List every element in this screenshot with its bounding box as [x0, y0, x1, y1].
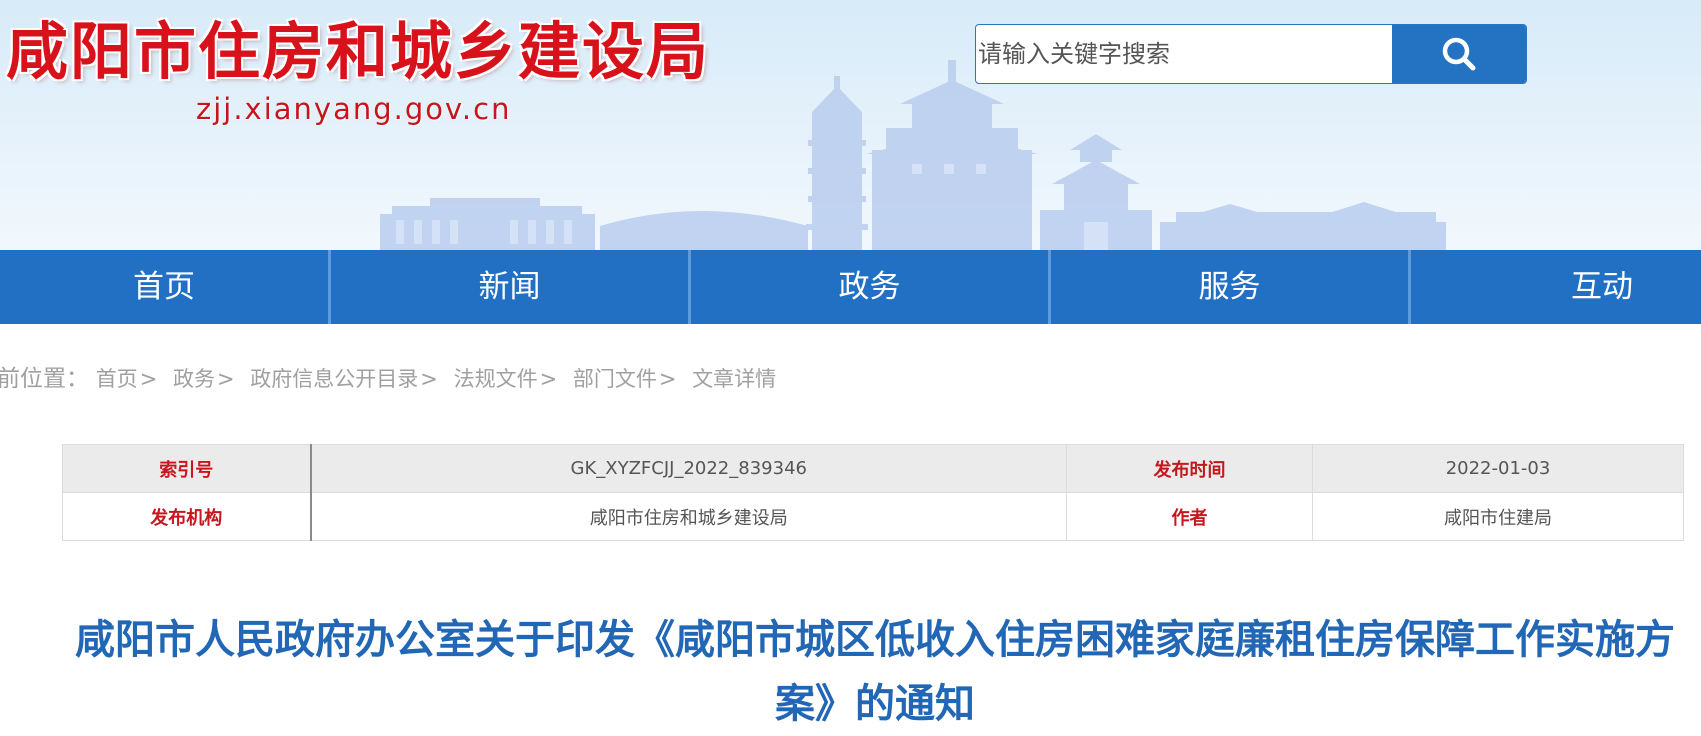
publisher-label: 发布机构 — [62, 492, 312, 541]
breadcrumb-item-info-directory[interactable]: 政府信息公开目录 — [250, 367, 418, 391]
table-row: 索引号 GK_XYZFCJJ_2022_839346 发布时间 2022-01-… — [62, 444, 1684, 493]
site-title: 咸阳市住房和城乡建设局 — [6, 15, 711, 88]
breadcrumb-separator: > — [139, 367, 158, 391]
breadcrumb-separator: > — [216, 367, 235, 391]
author-label: 作者 — [1066, 492, 1313, 541]
search-icon — [1442, 37, 1476, 71]
breadcrumb-prefix: 前位置： — [0, 366, 89, 392]
nav-item-government-affairs[interactable]: 政务 — [691, 250, 1051, 324]
breadcrumb-separator: > — [658, 367, 677, 391]
search-button[interactable] — [1392, 25, 1526, 83]
breadcrumb: 前位置： 首页> 政务> 政府信息公开目录> 法规文件> 部门文件> 文章详情 — [0, 364, 776, 394]
publish-date-value: 2022-01-03 — [1312, 444, 1684, 493]
table-row: 发布机构 咸阳市住房和城乡建设局 作者 咸阳市住建局 — [62, 492, 1684, 541]
publisher-value: 咸阳市住房和城乡建设局 — [310, 492, 1067, 541]
header-banner: 咸阳市住房和城乡建设局 zjj.xianyang.gov.cn — [0, 0, 1701, 250]
breadcrumb-item-department-docs[interactable]: 部门文件 — [573, 367, 657, 391]
index-number-value: GK_XYZFCJJ_2022_839346 — [310, 444, 1067, 493]
breadcrumb-separator: > — [539, 367, 558, 391]
nav-item-interaction[interactable]: 互动 — [1411, 250, 1701, 324]
search-input[interactable] — [976, 25, 1395, 83]
breadcrumb-item-government-affairs[interactable]: 政务 — [173, 367, 215, 391]
breadcrumb-separator: > — [420, 367, 438, 391]
nav-item-news[interactable]: 新闻 — [331, 250, 691, 324]
nav-item-home[interactable]: 首页 — [0, 250, 331, 324]
nav-item-services[interactable]: 服务 — [1051, 250, 1411, 324]
document-info-table: 索引号 GK_XYZFCJJ_2022_839346 发布时间 2022-01-… — [62, 444, 1684, 541]
author-value: 咸阳市住建局 — [1312, 492, 1684, 541]
main-nav: 首页 新闻 政务 服务 互动 — [0, 250, 1701, 324]
site-domain: zjj.xianyang.gov.cn — [196, 92, 512, 126]
article-title: 咸阳市人民政府办公室关于印发《咸阳市城区低收入住房困难家庭廉租住房保障工作实施方… — [75, 617, 1675, 727]
breadcrumb-current: 文章详情 — [692, 367, 777, 391]
index-number-label: 索引号 — [62, 444, 312, 493]
publish-date-label: 发布时间 — [1066, 444, 1313, 493]
breadcrumb-item-regulations[interactable]: 法规文件 — [454, 367, 538, 391]
search-box — [975, 24, 1527, 84]
breadcrumb-item-home[interactable]: 首页 — [96, 367, 138, 391]
